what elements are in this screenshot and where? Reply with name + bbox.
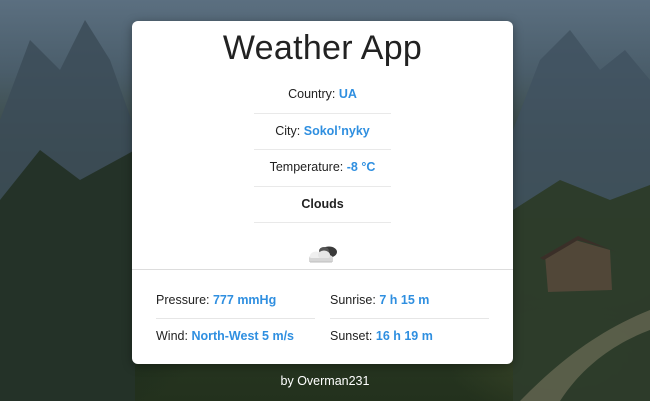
country-value: UA [338,87,357,101]
wind-value: North-West 5 m/s [191,329,295,343]
wind-stat: Wind: North-West 5 m/s [156,319,315,354]
condition-text: Clouds [301,196,344,211]
country-label: Country: [288,87,336,101]
sunrise-value: 7 h 15 m [379,293,430,307]
city-row: City: Sokol’nyky [254,114,391,150]
app-title: Weather App [222,29,423,67]
condition-row: Clouds [254,187,391,223]
wind-label: Wind: [156,329,188,343]
card-divider [132,269,513,270]
sunrise-stat: Sunrise: 7 h 15 m [330,283,489,319]
sunset-label: Sunset: [330,329,373,343]
sunrise-label: Sunrise: [330,293,376,307]
pressure-value: 777 mmHg [212,293,277,307]
sunset-stat: Sunset: 16 h 19 m [330,319,489,354]
sunset-value: 16 h 19 m [375,329,433,343]
location-info-list: Country: UA City: Sokol’nyky Temperature… [254,77,391,223]
temperature-label: Temperature: [269,160,344,174]
cloud-icon [305,243,341,269]
city-label: City: [275,123,301,138]
temperature-value: -8 °C [346,160,376,174]
footer-credit: by Overman231 [280,374,370,388]
pressure-stat: Pressure: 777 mmHg [156,283,315,319]
pressure-label: Pressure: [156,293,210,307]
city-value: Sokol’nyky [303,123,370,138]
temperature-row: Temperature: -8 °C [254,150,391,187]
weather-card: Weather App Country: UA City: Sokol’nyky… [132,21,513,364]
country-row: Country: UA [254,77,391,114]
